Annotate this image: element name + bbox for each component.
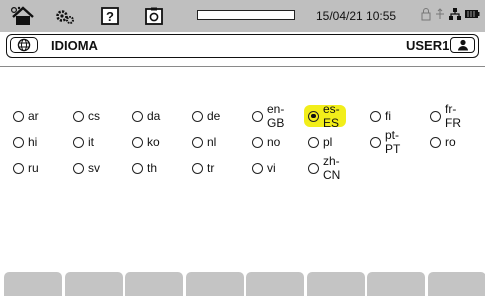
language-label: sv bbox=[88, 161, 100, 175]
radio-icon bbox=[308, 136, 319, 148]
radio-icon bbox=[73, 136, 84, 148]
softkey-5[interactable] bbox=[246, 272, 304, 296]
language-option-fi[interactable]: fi bbox=[368, 105, 391, 127]
language-option-no[interactable]: no bbox=[250, 131, 280, 153]
language-option-zh-CN[interactable]: zh-CN bbox=[306, 154, 341, 182]
user-icon[interactable] bbox=[450, 37, 475, 53]
language-label: fi bbox=[385, 109, 391, 123]
datetime: 15/04/21 10:55 bbox=[316, 9, 397, 23]
language-option-de[interactable]: de bbox=[190, 105, 220, 127]
network-icon bbox=[448, 7, 462, 26]
radio-icon bbox=[132, 110, 143, 122]
language-option-ar[interactable]: ar bbox=[11, 105, 39, 127]
language-option-vi[interactable]: vi bbox=[250, 157, 276, 179]
radio-icon bbox=[430, 136, 441, 148]
radio-icon bbox=[370, 136, 381, 148]
radio-icon bbox=[13, 136, 24, 148]
language-option-hi[interactable]: hi bbox=[11, 131, 37, 153]
status-bar: ? 15/04/21 10:55 bbox=[0, 0, 485, 32]
radio-icon bbox=[13, 162, 24, 174]
globe-icon bbox=[10, 37, 38, 53]
language-label: tr bbox=[207, 161, 215, 175]
language-option-ro[interactable]: ro bbox=[428, 131, 456, 153]
radio-icon bbox=[132, 162, 143, 174]
radio-icon bbox=[192, 110, 203, 122]
language-option-tr[interactable]: tr bbox=[190, 157, 214, 179]
radio-icon bbox=[73, 162, 84, 174]
language-label: ru bbox=[28, 161, 39, 175]
radio-icon bbox=[132, 136, 143, 148]
language-label: ko bbox=[147, 135, 160, 149]
softkey-1[interactable] bbox=[4, 272, 62, 296]
radio-icon bbox=[192, 162, 203, 174]
language-option-th[interactable]: th bbox=[130, 157, 157, 179]
language-option-en-GB[interactable]: en-GB bbox=[250, 102, 285, 130]
softkey-3[interactable] bbox=[125, 272, 183, 296]
language-label: th bbox=[147, 161, 158, 175]
title-bar: IDIOMA USER1 bbox=[6, 34, 479, 58]
radio-icon bbox=[252, 110, 263, 122]
language-option-ko[interactable]: ko bbox=[130, 131, 160, 153]
camera-icon[interactable] bbox=[138, 0, 170, 32]
divider bbox=[0, 66, 485, 67]
language-option-es-ES[interactable]: es-ES bbox=[304, 102, 346, 130]
language-label: fr-FR bbox=[445, 102, 461, 130]
settings-icon[interactable] bbox=[48, 0, 82, 32]
language-label: pl bbox=[323, 135, 333, 149]
home-icon[interactable] bbox=[6, 0, 40, 32]
language-option-pt-PT[interactable]: pt-PT bbox=[368, 128, 401, 156]
radio-icon bbox=[192, 136, 203, 148]
softkey-6[interactable] bbox=[306, 272, 365, 296]
radio-selected-icon bbox=[308, 110, 319, 122]
page-title: IDIOMA bbox=[51, 38, 98, 53]
language-option-da[interactable]: da bbox=[130, 105, 160, 127]
language-label: de bbox=[207, 109, 221, 123]
progress-bar bbox=[197, 10, 295, 20]
language-label: it bbox=[88, 135, 94, 149]
system-icons bbox=[420, 0, 480, 32]
battery-icon bbox=[464, 7, 480, 25]
language-option-ru[interactable]: ru bbox=[11, 157, 39, 179]
radio-icon bbox=[13, 110, 24, 122]
language-label: ar bbox=[28, 109, 39, 123]
language-label: no bbox=[267, 135, 281, 149]
radio-icon bbox=[73, 110, 84, 122]
language-option-sv[interactable]: sv bbox=[71, 157, 100, 179]
lock-icon bbox=[420, 7, 432, 26]
softkey-4[interactable] bbox=[185, 272, 244, 296]
language-option-cs[interactable]: cs bbox=[71, 105, 100, 127]
language-option-pl[interactable]: pl bbox=[306, 131, 332, 153]
language-option-it[interactable]: it bbox=[71, 131, 94, 153]
language-option-nl[interactable]: nl bbox=[190, 131, 216, 153]
radio-icon bbox=[252, 162, 263, 174]
softkey-7[interactable] bbox=[367, 272, 425, 296]
language-label: hi bbox=[28, 135, 38, 149]
language-label: pt-PT bbox=[385, 128, 401, 156]
language-label: ro bbox=[445, 135, 456, 149]
user-label: USER1 bbox=[406, 38, 450, 53]
language-option-fr-FR[interactable]: fr-FR bbox=[428, 102, 461, 130]
softkey-bar bbox=[0, 272, 485, 296]
transfer-icon bbox=[434, 7, 446, 26]
language-label: nl bbox=[207, 135, 217, 149]
language-label: es-ES bbox=[323, 102, 340, 130]
language-label: zh-CN bbox=[323, 154, 341, 182]
radio-icon bbox=[308, 162, 319, 174]
softkey-8[interactable] bbox=[427, 272, 485, 296]
language-label: en-GB bbox=[267, 102, 285, 130]
softkey-2[interactable] bbox=[64, 272, 123, 296]
language-label: cs bbox=[88, 109, 100, 123]
language-label: da bbox=[147, 109, 161, 123]
help-icon[interactable]: ? bbox=[94, 0, 126, 32]
radio-icon bbox=[430, 110, 441, 122]
radio-icon bbox=[252, 136, 263, 148]
radio-icon bbox=[370, 110, 381, 122]
language-label: vi bbox=[267, 161, 276, 175]
svg-text:?: ? bbox=[106, 9, 114, 24]
